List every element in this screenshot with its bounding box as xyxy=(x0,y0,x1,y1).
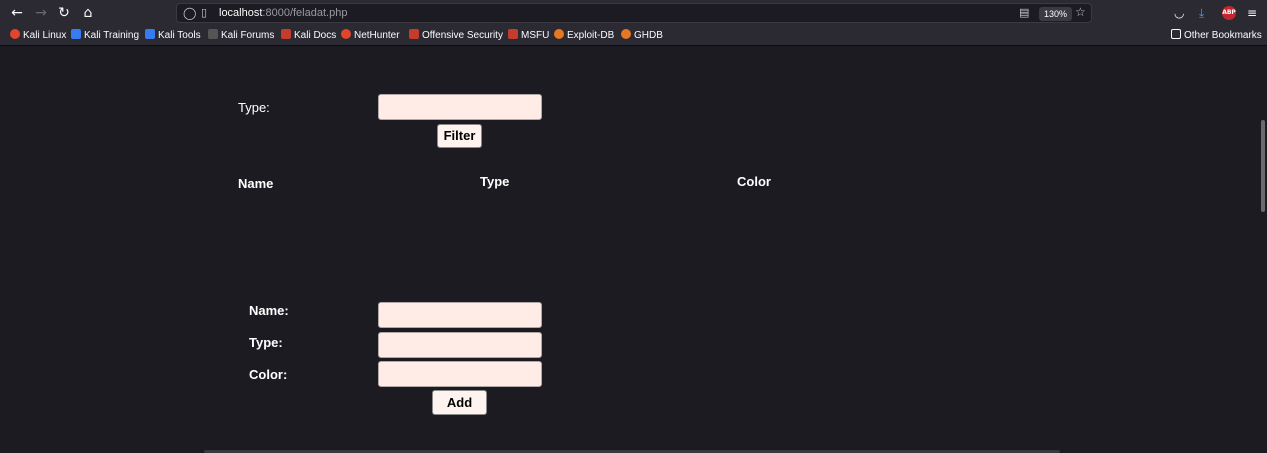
kali-icon xyxy=(10,29,20,39)
url-host: localhost xyxy=(219,7,263,19)
page-content: Type: Filter Name Type Color Name: Type:… xyxy=(0,47,1267,453)
bookmark-label: GHDB xyxy=(634,30,663,41)
browser-toolbar: ← → ↻ ⌂ ◯ ▯ localhost:8000/feladat.php ▤… xyxy=(0,0,1267,26)
bookmark-kali-training[interactable]: Kali Training xyxy=(71,29,139,43)
add-color-label: Color: xyxy=(249,367,288,382)
table-header-name: Name xyxy=(238,176,274,191)
bookmark-label: NetHunter xyxy=(354,30,400,41)
filter-button[interactable]: Filter xyxy=(437,124,482,148)
pocket-icon[interactable]: ◡ xyxy=(1174,4,1184,22)
adblock-icon[interactable]: ABP xyxy=(1222,6,1236,20)
add-name-label: Name: xyxy=(249,303,289,318)
bookmark-label: Offensive Security xyxy=(422,30,503,41)
reader-view-icon[interactable]: ▤ xyxy=(1019,6,1029,19)
filter-type-label: Type: xyxy=(238,100,270,115)
bookmark-nethunter[interactable]: NetHunter xyxy=(341,29,400,43)
ghdb-icon xyxy=(621,29,631,39)
page-icon: ▯ xyxy=(201,6,208,19)
bookmark-label: Kali Tools xyxy=(158,30,201,41)
url-path: :8000/feladat.php xyxy=(262,7,348,19)
menu-icon[interactable]: ≡ xyxy=(1247,4,1257,22)
bookmark-label: Kali Forums xyxy=(221,30,275,41)
forward-icon[interactable]: → xyxy=(32,4,50,22)
bookmark-msfu[interactable]: MSFU xyxy=(508,29,549,43)
zoom-level[interactable]: 130% xyxy=(1039,7,1073,21)
vertical-scrollbar[interactable] xyxy=(1261,120,1265,212)
bookmark-label: Kali Linux xyxy=(23,30,67,41)
shield-icon[interactable]: ◯ xyxy=(183,6,196,20)
bookmark-ghdb[interactable]: GHDB xyxy=(621,29,663,43)
folder-icon xyxy=(1171,29,1181,39)
kali-tools-icon xyxy=(145,29,155,39)
bookmark-label: Exploit-DB xyxy=(567,30,615,41)
add-color-input[interactable] xyxy=(378,361,542,387)
bookmark-offensive-security[interactable]: Offensive Security xyxy=(409,29,503,43)
bookmark-label: Kali Docs xyxy=(294,30,337,41)
add-name-input[interactable] xyxy=(378,302,542,328)
table-header-type: Type xyxy=(480,174,510,189)
downloads-icon[interactable]: ⤓ xyxy=(1199,4,1204,22)
add-type-input[interactable] xyxy=(378,332,542,358)
filter-type-input[interactable] xyxy=(378,94,542,120)
other-bookmarks-label: Other Bookmarks xyxy=(1184,30,1262,41)
bookmark-star-icon[interactable]: ☆ xyxy=(1075,5,1086,19)
bookmark-kali-docs[interactable]: Kali Docs xyxy=(281,29,336,43)
nethunter-icon xyxy=(341,29,351,39)
bookmark-exploit-db[interactable]: Exploit-DB xyxy=(554,29,614,43)
add-button[interactable]: Add xyxy=(432,390,487,415)
add-type-label: Type: xyxy=(249,335,283,350)
bookmark-kali-forums[interactable]: Kali Forums xyxy=(208,29,274,43)
url-bar[interactable]: ◯ ▯ localhost:8000/feladat.php ▤ 130% ☆ xyxy=(176,3,1092,23)
table-header-color: Color xyxy=(737,174,771,189)
exploitdb-icon xyxy=(554,29,564,39)
reload-icon[interactable]: ↻ xyxy=(55,4,73,22)
bookmark-label: Kali Training xyxy=(84,30,140,41)
bookmarks-bar: Kali Linux Kali Training Kali Tools Kali… xyxy=(0,26,1267,46)
kali-forums-icon xyxy=(208,29,218,39)
kali-docs-icon xyxy=(281,29,291,39)
other-bookmarks[interactable]: Other Bookmarks xyxy=(1171,29,1262,43)
kali-training-icon xyxy=(71,29,81,39)
home-icon[interactable]: ⌂ xyxy=(79,4,97,22)
bookmark-kali-linux[interactable]: Kali Linux xyxy=(10,29,66,43)
bookmark-label: MSFU xyxy=(521,30,550,41)
bookmark-kali-tools[interactable]: Kali Tools xyxy=(145,29,201,43)
url-text[interactable]: localhost:8000/feladat.php xyxy=(219,7,347,19)
msfu-icon xyxy=(508,29,518,39)
back-icon[interactable]: ← xyxy=(8,4,26,22)
offsec-icon xyxy=(409,29,419,39)
